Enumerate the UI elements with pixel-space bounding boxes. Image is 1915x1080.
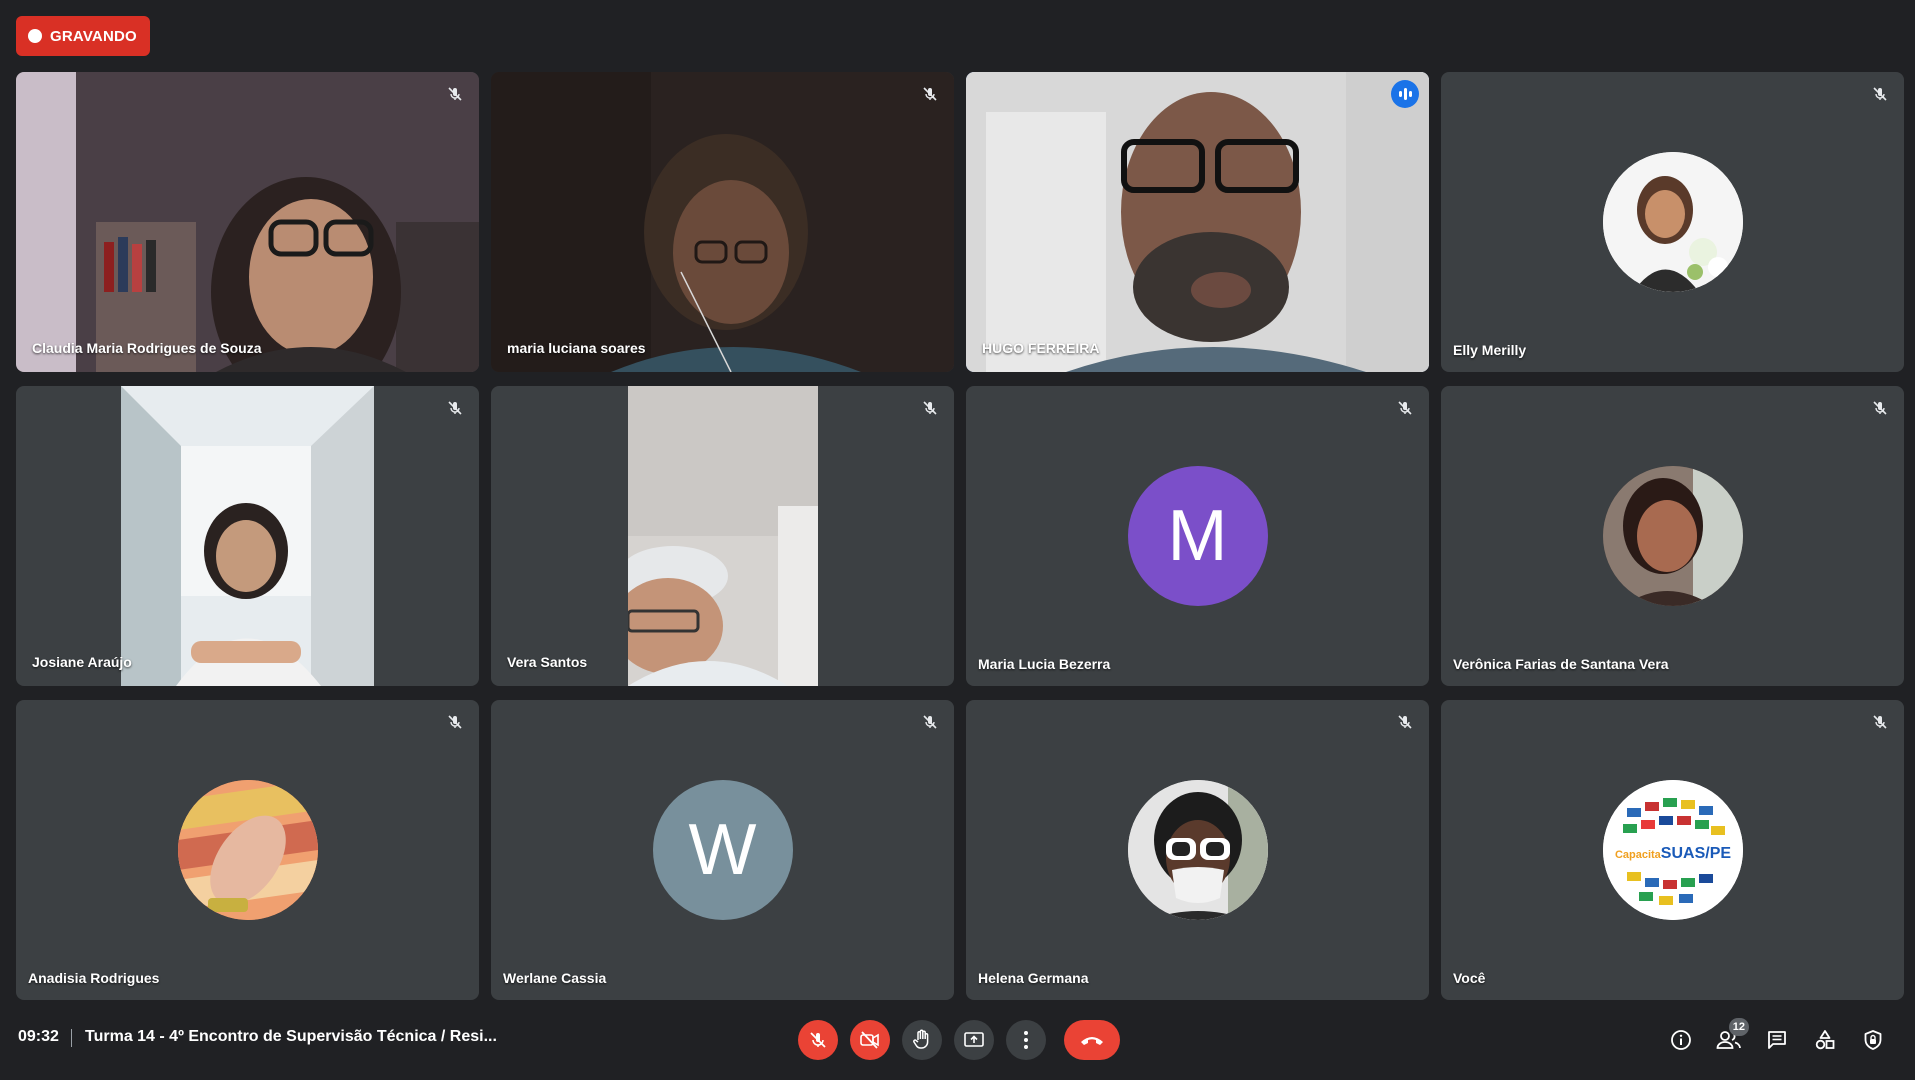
participant-name: Helena Germana [978,970,1089,986]
participant-video [966,72,1429,372]
recording-label: GRAVANDO [50,27,137,45]
avatar: W [652,780,793,920]
mic-off-icon [1868,82,1892,106]
avatar-initial: M [1167,496,1228,576]
meeting-details-button[interactable] [1667,1020,1695,1060]
participant-tile[interactable]: Vera Santos [491,386,954,686]
participant-name: Verônica Farias de Santana Vera [1453,656,1669,672]
activities-icon [1815,1030,1835,1050]
participant-tile[interactable]: Elly Merilly [1441,72,1904,372]
mic-off-icon [443,710,467,734]
participant-tile[interactable]: M Maria Lucia Bezerra [966,386,1429,686]
participant-video [491,72,954,372]
participant-name: Vera Santos [507,654,588,670]
avatar [1127,780,1268,920]
people-button[interactable]: 12 [1715,1018,1749,1060]
participant-name: Você [1453,970,1486,986]
mic-off-icon [1393,710,1417,734]
divider [71,1029,72,1047]
camera-off-icon [860,1031,879,1049]
participant-tile-self[interactable]: CapacitaSUAS/PE Você [1441,700,1904,1000]
participant-name: Werlane Cassia [503,970,607,986]
participant-video [628,386,818,686]
meeting-title[interactable]: Turma 14 - 4º Encontro de Supervisão Téc… [85,1028,497,1046]
chat-button[interactable] [1763,1020,1791,1060]
avatar [1602,152,1743,292]
avatar-initial: W [688,810,757,890]
participant-tile[interactable]: Verônica Farias de Santana Vera [1441,386,1904,686]
participant-count-badge: 12 [1728,1018,1749,1036]
speaking-indicator-icon [1391,80,1419,108]
mic-off-icon [918,82,942,106]
call-controls [798,1020,1120,1060]
hand-icon [913,1029,929,1049]
participant-video [121,386,374,686]
participant-tile[interactable]: Josiane Araújo [16,386,479,686]
present-screen-button[interactable] [954,1020,994,1060]
mic-off-icon [810,1032,826,1048]
present-screen-icon [964,1032,984,1047]
more-options-button[interactable] [1006,1020,1046,1060]
participant-name: Anadisia Rodrigues [28,970,160,986]
toggle-mic-button[interactable] [798,1020,838,1060]
hang-up-icon [1081,1037,1103,1045]
participant-grid: Claudia Maria Rodrigues de Souza maria l… [16,72,1904,1000]
participant-tile[interactable]: W Werlane Cassia [491,700,954,1000]
activities-button[interactable] [1811,1020,1839,1060]
participant-tile-active-speaker[interactable]: HUGO FERREIRA [966,72,1429,372]
recording-dot-icon [28,29,42,43]
mic-off-icon [443,396,467,420]
participant-name: Elly Merilly [1453,342,1527,358]
mic-off-icon [1868,396,1892,420]
mic-off-icon [443,82,467,106]
participant-tile[interactable]: Helena Germana [966,700,1429,1000]
mic-off-icon [1868,710,1892,734]
chat-icon [1768,1031,1786,1049]
recording-badge: GRAVANDO [16,16,150,56]
participant-video [16,72,479,372]
avatar [177,780,318,920]
participant-name: maria luciana soares [507,340,646,356]
shield-lock-icon [1864,1030,1882,1050]
participant-name: HUGO FERREIRA [982,340,1100,356]
participant-tile[interactable]: maria luciana soares [491,72,954,372]
bottom-toolbar: 09:32 Turma 14 - 4º Encontro de Supervis… [0,1000,1915,1080]
side-panel-controls: 12 [1667,1018,1887,1060]
mic-off-icon [918,710,942,734]
participant-name: Maria Lucia Bezerra [978,656,1111,672]
participant-name: Josiane Araújo [32,654,132,670]
raise-hand-button[interactable] [902,1020,942,1060]
participant-name: Claudia Maria Rodrigues de Souza [32,340,262,356]
info-icon [1671,1030,1691,1050]
more-vert-icon [1024,1031,1028,1049]
toggle-camera-button[interactable] [850,1020,890,1060]
avatar: CapacitaSUAS/PE [1602,780,1743,920]
host-controls-button[interactable] [1859,1020,1887,1060]
avatar [1602,466,1743,606]
participant-tile[interactable]: Anadisia Rodrigues [16,700,479,1000]
participant-tile[interactable]: Claudia Maria Rodrigues de Souza [16,72,479,372]
mic-off-icon [1393,396,1417,420]
meeting-clock: 09:32 [18,1028,59,1045]
leave-call-button[interactable] [1064,1020,1120,1060]
avatar: M [1127,466,1268,606]
mic-off-icon [918,396,942,420]
